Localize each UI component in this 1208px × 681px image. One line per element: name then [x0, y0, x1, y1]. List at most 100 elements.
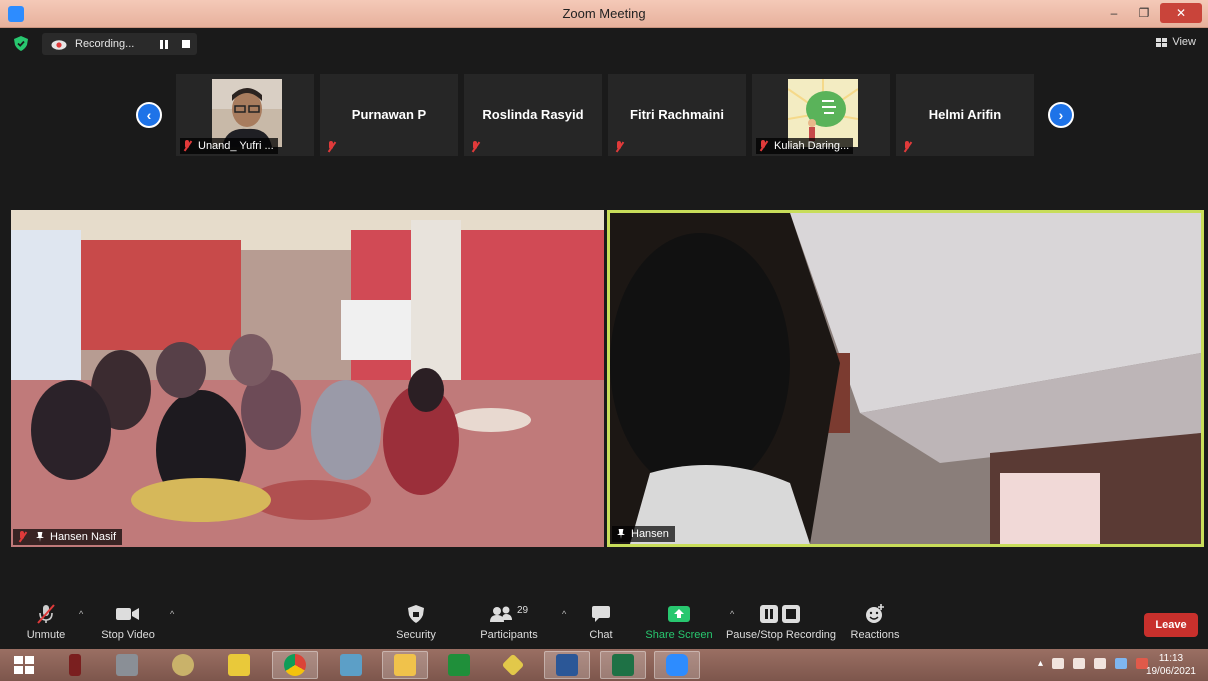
mic-muted-icon	[470, 141, 480, 153]
participant-name: Unand_ Yufri ...	[198, 140, 274, 152]
participant-name: Kuliah Daring...	[774, 140, 850, 152]
speaker-icon[interactable]	[1073, 658, 1085, 669]
taskbar-app-cabinet[interactable]	[104, 651, 150, 679]
reactions-label: Reactions	[850, 629, 900, 641]
chevron-up-icon[interactable]: ▴	[1038, 658, 1043, 669]
shield-icon	[408, 605, 424, 623]
next-page-button[interactable]: ›	[1048, 102, 1074, 128]
unmute-label: Unmute	[26, 629, 66, 641]
taskbar-app-excel[interactable]	[600, 651, 646, 679]
system-tray: ▴	[1038, 658, 1148, 669]
participant-label: Kuliah Daring...	[756, 138, 854, 154]
chat-bubble-icon	[592, 606, 610, 622]
mic-muted-icon	[614, 141, 624, 153]
device-icon[interactable]	[1052, 658, 1064, 669]
leave-button[interactable]: Leave	[1144, 613, 1198, 637]
taskbar-app-paint[interactable]	[160, 651, 206, 679]
mic-muted-icon	[182, 140, 192, 152]
taskbar-app-book[interactable]	[52, 651, 98, 679]
participants-strip: ‹ Unand_ Yufri ... Purnawan P Roslinda R…	[0, 74, 1208, 156]
clock-time: 11:13	[1158, 653, 1184, 664]
participant-tile[interactable]: Roslinda Rasyid	[464, 74, 602, 156]
participant-tile[interactable]: Kuliah Daring...	[752, 74, 890, 156]
stop-video-button[interactable]: ^ Stop Video	[100, 601, 174, 641]
participant-name: Helmi Arifin	[928, 107, 1002, 122]
pause-stop-recording-button[interactable]: Pause/Stop Recording	[726, 601, 836, 641]
video-participant-name: Hansen	[631, 528, 669, 540]
mic-muted-icon	[758, 140, 768, 152]
grid-icon	[1156, 37, 1168, 47]
cloud-icon[interactable]	[1115, 658, 1127, 669]
taskbar-clock[interactable]: 11:13 19/06/2021	[1146, 652, 1196, 678]
taskbar-app-zoom[interactable]	[654, 651, 700, 679]
video-feed-ceiling	[610, 213, 1201, 544]
shield-icon[interactable]	[14, 36, 28, 51]
mic-muted-icon	[326, 141, 336, 153]
mic-muted-icon	[17, 531, 27, 543]
chat-button[interactable]: Chat	[586, 601, 616, 641]
mic-muted-icon	[902, 141, 912, 153]
pin-icon	[36, 532, 44, 542]
windows-start-icon[interactable]	[14, 656, 34, 674]
video-label: Hansen Nasif	[13, 529, 123, 545]
reactions-button[interactable]: Reactions	[850, 601, 900, 641]
cloud-recording-icon	[51, 40, 67, 50]
recording-indicator: Recording...	[42, 33, 197, 55]
previous-page-button[interactable]: ‹	[136, 102, 162, 128]
video-camera-icon	[116, 608, 139, 620]
taskbar-app-file-explorer[interactable]	[382, 651, 428, 679]
pause-stop-icon	[760, 605, 800, 623]
recording-label: Recording...	[75, 38, 135, 50]
participants-button[interactable]: 29 ^ Participants	[480, 601, 566, 642]
taskbar-app-folder[interactable]	[216, 651, 262, 679]
restore-button[interactable]: ❐	[1130, 3, 1158, 23]
stop-video-label: Stop Video	[101, 629, 155, 641]
participant-name: Purnawan P	[351, 107, 427, 122]
share-screen-label: Share Screen	[645, 629, 713, 641]
taskbar-app-chrome[interactable]	[272, 651, 318, 679]
security-button[interactable]: Security	[394, 601, 438, 641]
pause-recording-icon[interactable]	[160, 39, 170, 49]
taskbar-app-mail[interactable]	[328, 651, 374, 679]
chat-label: Chat	[589, 629, 613, 641]
taskbar-app-arrows[interactable]	[490, 651, 536, 679]
window-titlebar: Zoom Meeting – ❐ ✕	[0, 0, 1208, 28]
close-button[interactable]: ✕	[1160, 3, 1202, 23]
taskbar-app-calculator[interactable]	[436, 651, 482, 679]
participant-tile[interactable]: Purnawan P	[320, 74, 458, 156]
unmute-button[interactable]: ^ Unmute	[24, 601, 83, 641]
view-button[interactable]: View	[1156, 36, 1196, 48]
meeting-toolbar: ^ Unmute ^ Stop Video Security 29 ^ Part…	[0, 601, 1208, 649]
participant-name: Fitri Rachmaini	[630, 107, 724, 122]
video-feed-room	[11, 210, 604, 547]
video-tile-hansen[interactable]: Hansen	[607, 210, 1204, 547]
chevron-up-icon[interactable]: ^	[562, 609, 566, 619]
participant-tile[interactable]: Fitri Rachmaini	[608, 74, 746, 156]
taskbar-app-word[interactable]	[544, 651, 590, 679]
video-label: Hansen	[612, 526, 675, 542]
participant-tile[interactable]: Helmi Arifin	[896, 74, 1034, 156]
signal-icon[interactable]	[1094, 658, 1106, 669]
participant-photo	[212, 79, 282, 147]
participant-name: Roslinda Rasyid	[482, 107, 584, 122]
clock-date: 19/06/2021	[1145, 666, 1196, 677]
minimize-button[interactable]: –	[1100, 3, 1128, 23]
participants-count: 29	[516, 604, 529, 616]
emoji-plus-icon	[866, 604, 884, 623]
participant-label: Unand_ Yufri ...	[180, 138, 278, 154]
chevron-up-icon[interactable]: ^	[170, 609, 174, 619]
participant-tile[interactable]: Unand_ Yufri ...	[176, 74, 314, 156]
microphone-muted-icon	[37, 604, 55, 624]
chevron-up-icon[interactable]: ^	[79, 609, 83, 619]
participants-icon	[489, 606, 512, 622]
share-screen-icon	[668, 606, 690, 622]
video-tile-hansen-nasif[interactable]: Hansen Nasif	[11, 210, 604, 547]
window-title: Zoom Meeting	[562, 6, 646, 21]
participants-label: Participants	[480, 629, 538, 641]
stop-recording-icon[interactable]	[182, 40, 191, 48]
view-label: View	[1172, 36, 1196, 48]
meeting-window: Recording... View ‹ Unand_ Yufri ... Pur…	[0, 28, 1208, 649]
meeting-topbar: Recording... View	[0, 28, 1208, 58]
share-screen-button[interactable]: ^ Share Screen	[645, 601, 734, 641]
windows-taskbar: ▴ 11:13 19/06/2021	[0, 649, 1208, 681]
